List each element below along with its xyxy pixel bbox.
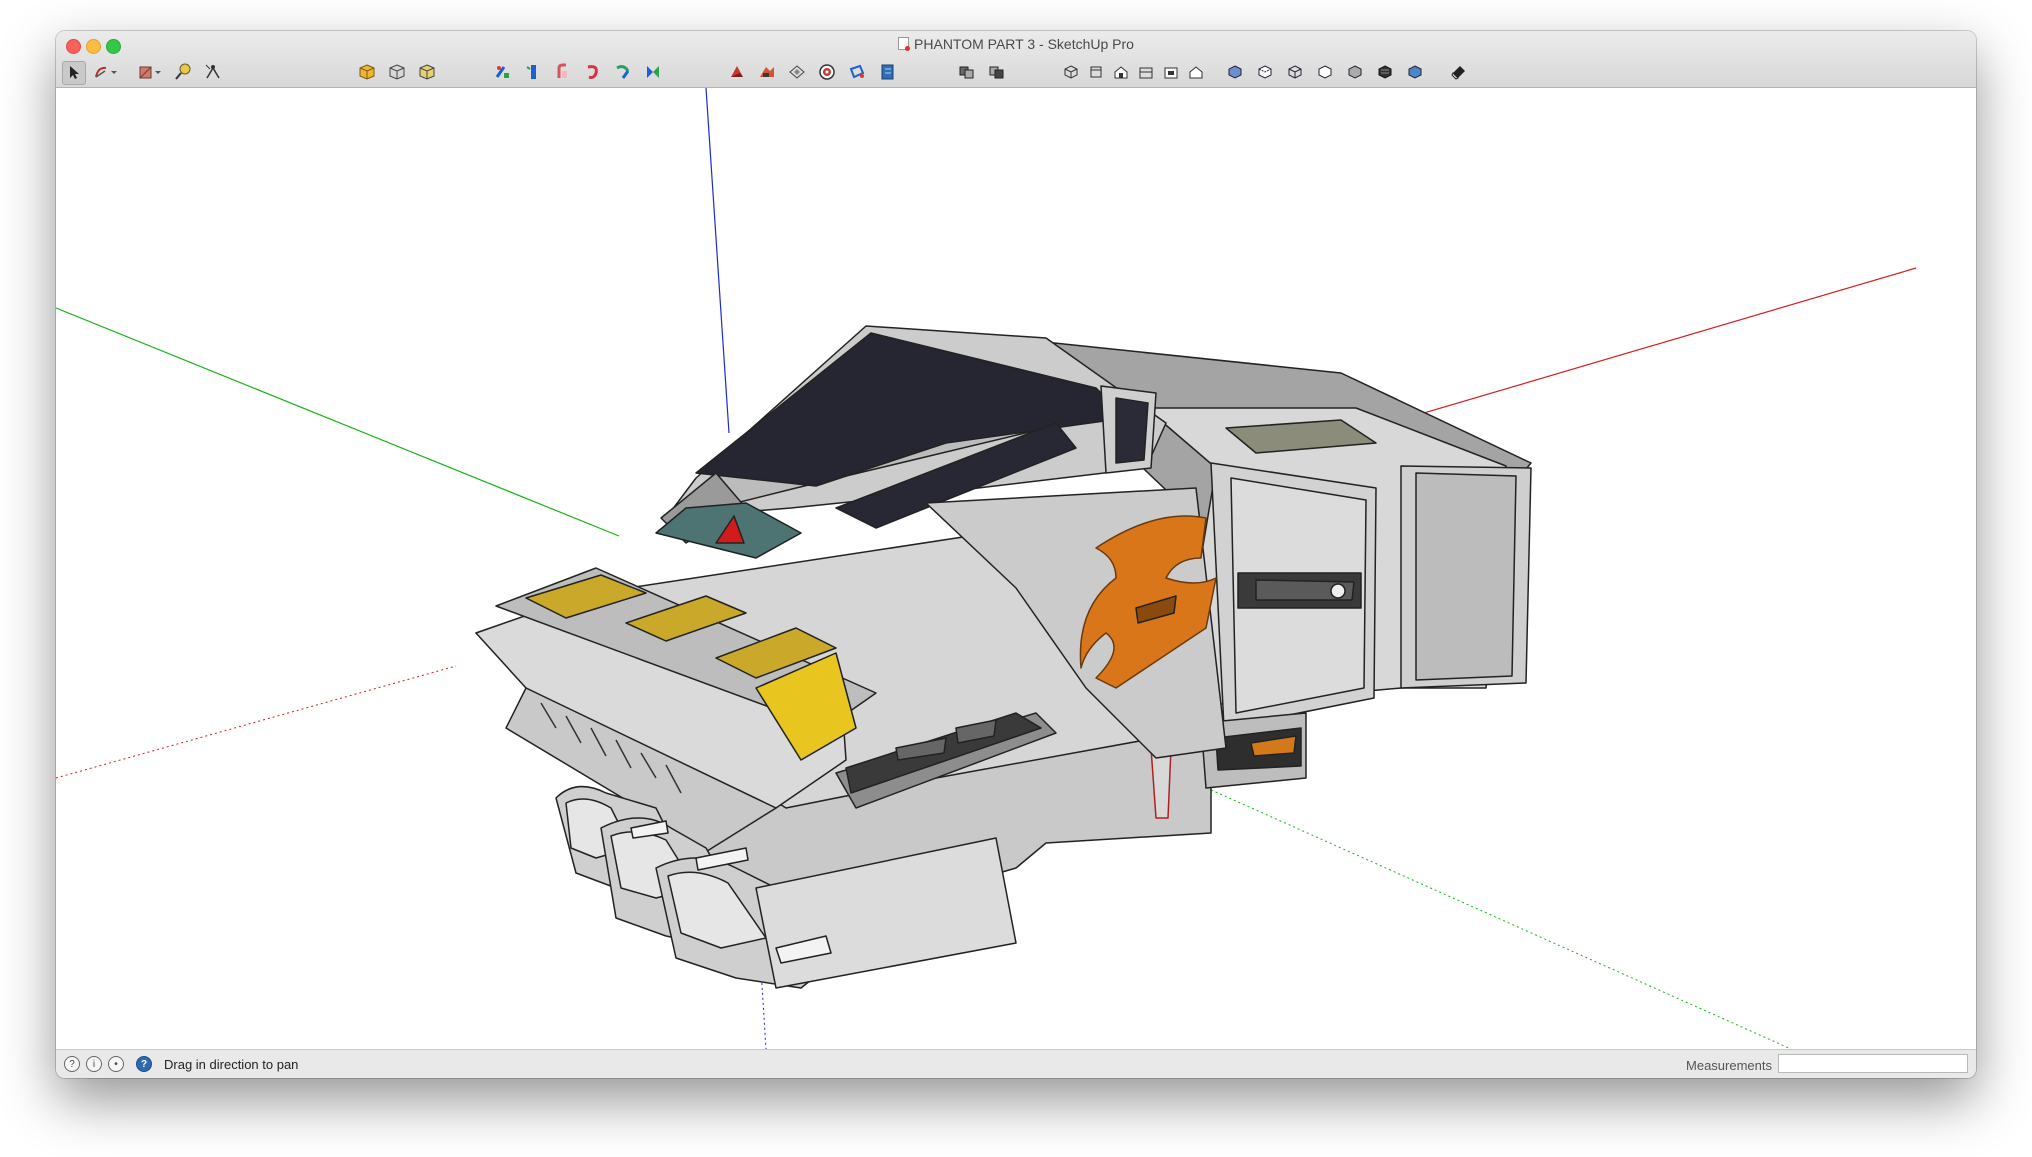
- iso-view-icon[interactable]: [1060, 61, 1082, 83]
- credits-icon[interactable]: i: [86, 1056, 102, 1072]
- extension-icon[interactable]: [846, 61, 868, 83]
- red-axis: [1355, 267, 1917, 434]
- window-title: PHANTOM PART 3 - SketchUp Pro: [56, 34, 1976, 54]
- push-pull-tool[interactable]: [522, 61, 544, 83]
- tape-measure-tool[interactable]: [172, 61, 194, 83]
- line-tool[interactable]: [92, 61, 120, 83]
- model-viewport[interactable]: [56, 88, 1976, 1049]
- eraser-tool[interactable]: [136, 61, 164, 83]
- text-tool[interactable]: [202, 61, 224, 83]
- intersect-icon[interactable]: [986, 61, 1008, 83]
- styles-icon[interactable]: [1448, 61, 1470, 83]
- sandbox-smoove-icon[interactable]: [756, 61, 778, 83]
- front-view-icon[interactable]: [1110, 61, 1132, 83]
- scale-tool[interactable]: [612, 61, 634, 83]
- document-icon: [898, 37, 911, 51]
- monochrome-style-icon[interactable]: [1404, 61, 1426, 83]
- follow-me-tool[interactable]: [582, 61, 604, 83]
- components-box-icon[interactable]: [356, 61, 378, 83]
- shaded-textures-style-icon[interactable]: [1374, 61, 1396, 83]
- xray-style-icon[interactable]: [1224, 61, 1246, 83]
- layout-send-icon[interactable]: [876, 61, 898, 83]
- account-icon[interactable]: •: [108, 1056, 124, 1072]
- select-tool[interactable]: [62, 61, 86, 85]
- offset-tool[interactable]: [642, 61, 664, 83]
- hidden-line-style-icon[interactable]: [1314, 61, 1336, 83]
- status-message: Drag in direction to pan: [164, 1057, 299, 1072]
- back-edges-style-icon[interactable]: [1254, 61, 1276, 83]
- instructor-help-icon[interactable]: ?: [136, 1056, 152, 1072]
- geo-location-icon[interactable]: ?: [64, 1056, 80, 1072]
- component-options-icon[interactable]: [386, 61, 408, 83]
- solid-tools-icon[interactable]: [956, 61, 978, 83]
- red-axis-negative: [56, 665, 457, 779]
- blue-axis: [705, 88, 730, 434]
- phantom-ship-model[interactable]: [475, 325, 1532, 989]
- back-view-icon[interactable]: [1160, 61, 1182, 83]
- wireframe-style-icon[interactable]: [1284, 61, 1306, 83]
- sketchup-window: PHANTOM PART 3 - SketchUp Pro ? i • ? Dr…: [56, 31, 1976, 1078]
- window-title-text: PHANTOM PART 3 - SketchUp Pro: [914, 36, 1134, 52]
- model-canvas: [56, 88, 1917, 1049]
- component-attributes-icon[interactable]: [416, 61, 438, 83]
- green-axis: [56, 307, 620, 537]
- sandbox-from-contours-icon[interactable]: [726, 61, 748, 83]
- main-toolbar: [56, 57, 1976, 87]
- section-plane-icon[interactable]: [786, 61, 808, 83]
- rotate-tool[interactable]: [552, 61, 574, 83]
- warehouse-icon[interactable]: [816, 61, 838, 83]
- right-view-icon[interactable]: [1135, 61, 1157, 83]
- measurements-label: Measurements: [1686, 1058, 1772, 1073]
- shaded-style-icon[interactable]: [1344, 61, 1366, 83]
- left-view-icon[interactable]: [1185, 61, 1207, 83]
- move-tool[interactable]: [492, 61, 514, 83]
- top-view-icon[interactable]: [1085, 61, 1107, 83]
- measurements-field[interactable]: [1778, 1054, 1968, 1073]
- title-bar: PHANTOM PART 3 - SketchUp Pro: [56, 31, 1976, 88]
- status-bar: ? i • ? Drag in direction to pan Measure…: [56, 1049, 1976, 1078]
